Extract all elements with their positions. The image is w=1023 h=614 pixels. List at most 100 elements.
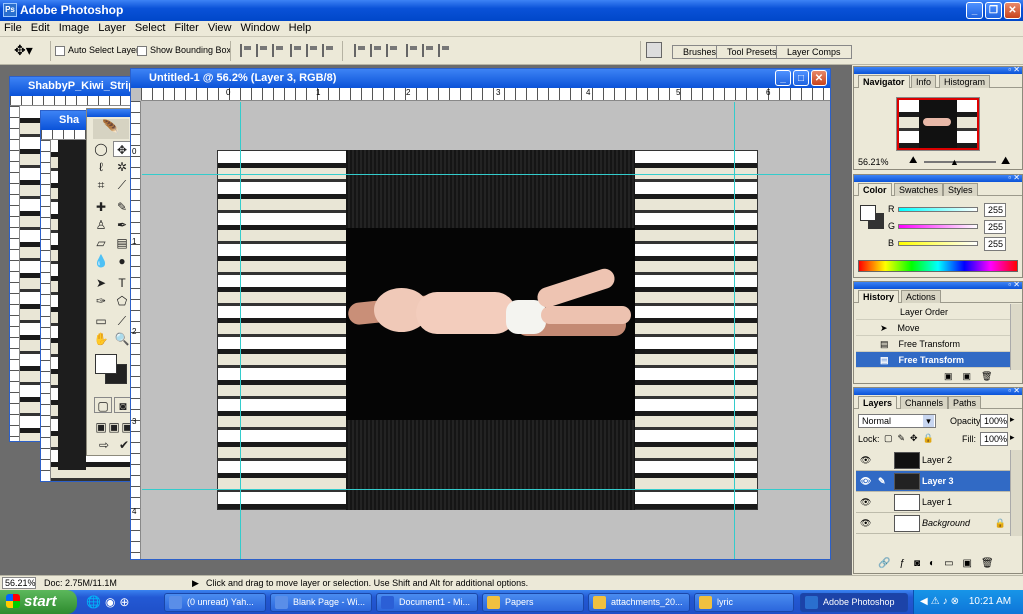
show-bounding-box-option[interactable]: Show Bounding Box <box>137 45 231 56</box>
layers-scrollbar[interactable] <box>1010 450 1022 536</box>
document-window-main[interactable]: Untitled-1 @ 56.2% (Layer 3, RGB/8) _ □ … <box>130 68 831 560</box>
marquee-tool-icon[interactable]: ◯ <box>92 141 110 157</box>
layer-row[interactable]: 👁 Layer 2 <box>856 450 1010 471</box>
list-item[interactable]: Layer Order <box>856 304 1010 320</box>
shape-tool-icon[interactable]: ⬠ <box>113 293 131 309</box>
navigator-zoom[interactable]: 56.21% <box>858 157 889 167</box>
layer-actions-icons[interactable]: 🔗ƒ◙◐▭▣🗑 <box>878 558 1003 569</box>
history-scrollbar[interactable] <box>1010 304 1022 370</box>
tab-history[interactable]: History <box>858 290 900 303</box>
start-button[interactable]: start <box>0 590 77 614</box>
tab-histogram[interactable]: Histogram <box>939 75 991 88</box>
status-arrow-icon[interactable]: ▶ <box>192 578 199 589</box>
opacity-arrow-icon[interactable]: ▸ <box>1010 414 1015 425</box>
healing-brush-icon[interactable]: ✚ <box>92 199 110 215</box>
align-hcenter-icon[interactable] <box>306 44 317 57</box>
auto-select-checkbox[interactable] <box>55 45 65 56</box>
task-attachments[interactable]: attachments_20... <box>588 593 690 612</box>
green-value[interactable]: 255 <box>984 220 1006 234</box>
zoom-out-icon[interactable]: ⛰ <box>909 155 917 166</box>
notes-tool-icon[interactable]: ▭ <box>92 313 110 329</box>
standard-mode-icon[interactable]: ▢ <box>94 397 112 413</box>
list-item-selected[interactable]: ▤ Free Transform <box>856 352 1010 368</box>
menu-layer[interactable]: Layer <box>94 21 131 34</box>
eye-icon[interactable]: 👁 <box>860 455 871 465</box>
slice-tool-icon[interactable]: ⟋ <box>113 177 131 193</box>
align-bottom-icon[interactable] <box>272 44 283 57</box>
menu-edit[interactable]: Edit <box>27 21 55 34</box>
tab-color[interactable]: Color <box>858 183 892 196</box>
align-right-icon[interactable] <box>322 44 333 57</box>
hand-tool-icon[interactable]: ✋ <box>92 331 110 347</box>
tab-layers[interactable]: Layers <box>858 396 898 409</box>
type-tool-icon[interactable]: T <box>113 275 131 291</box>
menu-select[interactable]: Select <box>131 21 171 34</box>
magic-wand-icon[interactable]: ✲ <box>113 159 131 175</box>
align-vcenter-icon[interactable] <box>256 44 267 57</box>
restore-button[interactable]: ❐ <box>985 2 1002 19</box>
color-spectrum[interactable] <box>858 260 1018 272</box>
tray-icons[interactable]: ◀⚠♪⊗ <box>920 596 962 607</box>
align-left-icon[interactable] <box>290 44 301 57</box>
red-value[interactable]: 255 <box>984 203 1006 217</box>
task-papers[interactable]: Papers <box>482 593 584 612</box>
distribute-vcenter-icon[interactable] <box>370 44 381 57</box>
zoom-slider-thumb[interactable]: ▲ <box>950 157 959 167</box>
history-brush-icon[interactable]: ✒ <box>113 217 131 233</box>
zoom-tool-icon[interactable]: 🔍 <box>113 331 131 347</box>
menu-help[interactable]: Help <box>285 21 317 34</box>
layer-row[interactable]: 👁 Layer 1 <box>856 492 1010 513</box>
zoom-slider[interactable] <box>924 161 996 163</box>
lock-icons[interactable]: ▢✎✥🔒 <box>884 433 939 444</box>
bounding-box-checkbox[interactable] <box>137 45 147 56</box>
quick-launch-icons[interactable]: 🌐◉⊕ <box>86 595 133 609</box>
eye-icon[interactable]: 👁 <box>860 497 871 507</box>
lasso-tool-icon[interactable]: ℓ <box>92 159 110 175</box>
gradient-tool-icon[interactable]: ▤ <box>113 235 131 251</box>
zoom-in-icon[interactable]: ⛰ <box>1001 155 1010 168</box>
menu-filter[interactable]: Filter <box>170 21 203 34</box>
tab-navigator[interactable]: Navigator <box>858 75 910 88</box>
red-slider[interactable] <box>898 207 978 212</box>
close-button[interactable]: ✕ <box>1004 2 1021 19</box>
layer-row[interactable]: 👁 Background 🔒 <box>856 513 1010 534</box>
blur-tool-icon[interactable]: 💧 <box>92 253 110 269</box>
eyedropper-icon[interactable]: ⟋ <box>113 313 131 329</box>
doc-minimize-button[interactable]: _ <box>775 70 791 86</box>
canvas-area[interactable] <box>142 102 830 559</box>
palette-well-icon[interactable] <box>646 42 662 58</box>
path-select-icon[interactable]: ➤ <box>92 275 110 291</box>
task-photoshop[interactable]: Adobe Photoshop <box>800 593 908 612</box>
eye-icon[interactable]: 👁 <box>860 518 871 528</box>
menu-image[interactable]: Image <box>55 21 95 34</box>
tab-paths[interactable]: Paths <box>948 396 982 409</box>
distribute-left-icon[interactable] <box>406 44 417 57</box>
distribute-bottom-icon[interactable] <box>386 44 397 57</box>
eye-icon[interactable]: 👁 <box>860 476 871 486</box>
doc-close-button[interactable]: ✕ <box>811 70 827 86</box>
jump-to-imageready-icon[interactable]: ⇨ <box>95 437 113 453</box>
blend-mode-select[interactable]: Normal ▾ <box>858 414 936 428</box>
distribute-top-icon[interactable] <box>354 44 365 57</box>
list-item[interactable]: ▤ Free Transform <box>856 336 1010 352</box>
align-top-icon[interactable] <box>240 44 251 57</box>
task-yahoo[interactable]: (0 unread) Yah... <box>164 593 266 612</box>
auto-select-layer-option[interactable]: Auto Select Layer <box>55 45 139 56</box>
move-tool-icon[interactable]: ✥ <box>113 141 131 157</box>
task-document1[interactable]: Document1 - Mi... <box>376 593 478 612</box>
brush-tool-icon[interactable]: ✎ <box>113 199 131 215</box>
fill-arrow-icon[interactable]: ▸ <box>1010 432 1015 443</box>
menu-window[interactable]: Window <box>237 21 285 34</box>
green-slider[interactable] <box>898 224 978 229</box>
opacity-field[interactable]: 100% <box>980 414 1008 428</box>
dodge-tool-icon[interactable]: ● <box>113 253 131 269</box>
layer-comps-tab[interactable]: Layer Comps <box>776 45 852 59</box>
distribute-right-icon[interactable] <box>438 44 449 57</box>
tab-swatches[interactable]: Swatches <box>894 183 944 196</box>
history-actions-icons[interactable]: ▣▣🗑 <box>944 371 1002 382</box>
crop-tool-icon[interactable]: ⌗ <box>92 177 110 193</box>
move-tool-icon[interactable]: ✥▾ <box>14 42 33 59</box>
clone-stamp-icon[interactable]: ♙ <box>92 217 110 233</box>
distribute-hcenter-icon[interactable] <box>422 44 433 57</box>
tab-channels[interactable]: Channels <box>900 396 949 409</box>
